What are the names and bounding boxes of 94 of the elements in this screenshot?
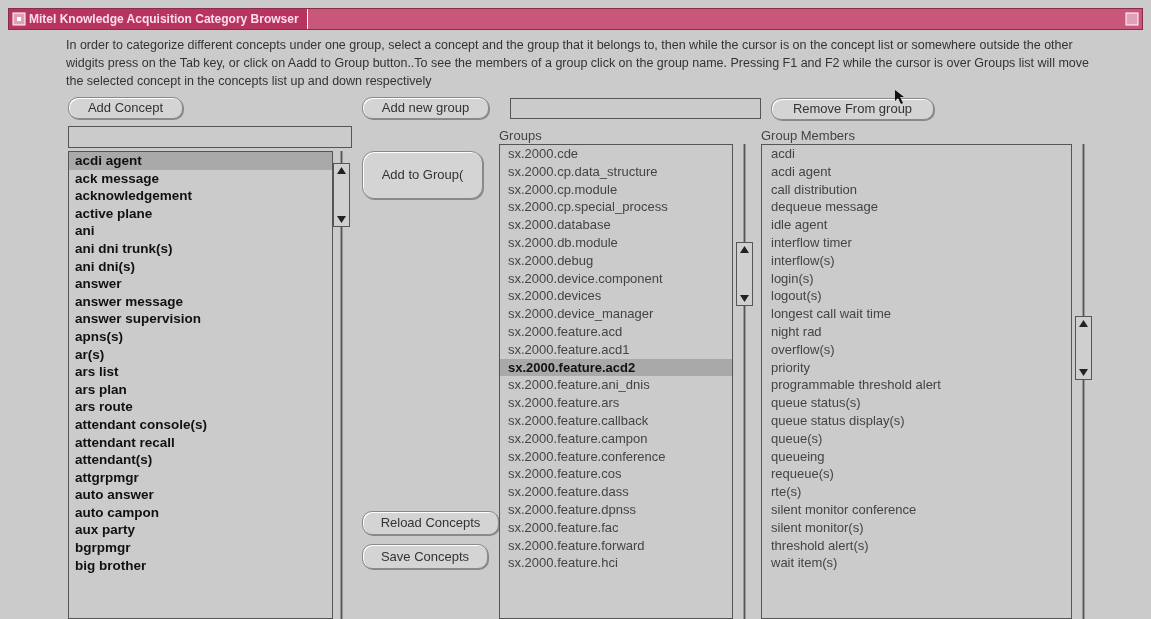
member-item[interactable]: queueing [762, 447, 1071, 466]
member-item[interactable]: threshold alert(s) [762, 536, 1071, 555]
concept-item[interactable]: acdi agent [69, 152, 332, 170]
concept-item[interactable]: ar(s) [69, 345, 332, 364]
group-members-label: Group Members [761, 127, 856, 144]
group-item[interactable]: sx.2000.cp.data_structure [500, 162, 732, 181]
window-title: Mitel Knowledge Acquisition Category Browser [29, 11, 299, 28]
group-item[interactable]: sx.2000.feature.dpnss [500, 500, 732, 519]
concept-item[interactable]: attendant console(s) [69, 415, 332, 434]
group-item[interactable]: sx.2000.feature.campon [500, 429, 732, 448]
concept-item[interactable]: active plane [69, 204, 332, 223]
group-item[interactable]: sx.2000.feature.hci [500, 554, 732, 573]
mouse-pointer-icon [895, 90, 905, 104]
down-arrow-icon[interactable] [337, 216, 346, 223]
down-arrow-icon[interactable] [1079, 369, 1088, 376]
member-item[interactable]: rte(s) [762, 483, 1071, 501]
member-item[interactable]: logout(s) [762, 287, 1071, 306]
member-item[interactable]: silent monitor conference [762, 500, 1071, 519]
member-item[interactable]: priority [762, 358, 1071, 377]
member-item[interactable]: wait item(s) [762, 554, 1071, 573]
member-item[interactable]: interflow timer [762, 234, 1071, 252]
up-arrow-icon[interactable] [740, 246, 749, 253]
concept-item[interactable]: acknowledgement [69, 187, 332, 205]
instructions-text: In order to categorize different concepts under one group, select a concept and the group that it belongs to, then while the cursor is on the concept list or somewhere outside the other widgits press on the Tab key, or click on Aadd to Group button..To see the members of a group click on the group name. Pressing F1 and F2 while the cursor is over Groups list will move the selected concept in the concepts list up and down respectively [65, 37, 1090, 90]
group-item[interactable]: sx.2000.debug [500, 251, 732, 270]
group-item[interactable]: sx.2000.cde [500, 145, 732, 163]
scrollbar[interactable] [736, 144, 753, 619]
member-item[interactable]: acdi agent [762, 162, 1071, 181]
concept-item[interactable]: attendant recall [69, 433, 332, 452]
concept-item[interactable]: bgrpmgr [69, 539, 332, 557]
concept-field[interactable] [68, 126, 352, 148]
concept-item[interactable]: aux party [69, 521, 332, 540]
member-item[interactable]: interflow(s) [762, 251, 1071, 270]
group-item[interactable]: sx.2000.feature.conference [500, 447, 732, 466]
member-item[interactable]: longest call wait time [762, 305, 1071, 323]
member-item[interactable]: silent monitor(s) [762, 518, 1071, 537]
concept-item[interactable]: ani [69, 222, 332, 240]
member-item[interactable]: queue(s) [762, 429, 1071, 448]
concept-item[interactable]: answer supervision [69, 310, 332, 328]
add-to-group-button[interactable]: Add to Group( [362, 151, 483, 199]
group-item[interactable]: sx.2000.database [500, 216, 732, 234]
concept-item[interactable]: ars list [69, 363, 332, 381]
group-item[interactable]: sx.2000.feature.acd [500, 322, 732, 341]
add-concept-button[interactable]: Add Concept [68, 97, 183, 119]
group-name-field[interactable] [510, 97, 761, 119]
concept-item[interactable]: big brother [69, 556, 332, 575]
member-item[interactable]: programmable threshold alert [762, 376, 1071, 395]
member-item[interactable]: idle agent [762, 216, 1071, 234]
group-item[interactable]: sx.2000.feature.acd2 [500, 358, 732, 377]
member-item[interactable]: login(s) [762, 269, 1071, 288]
concept-item[interactable]: ars route [69, 398, 332, 416]
scrollbar[interactable] [1075, 144, 1092, 619]
group-item[interactable]: sx.2000.feature.ani_dnis [500, 376, 732, 395]
concept-item[interactable]: ani dni(s) [69, 257, 332, 276]
member-item[interactable]: dequeue message [762, 198, 1071, 217]
group-item[interactable]: sx.2000.feature.cos [500, 465, 732, 484]
concept-item[interactable]: auto campon [69, 503, 332, 522]
remove-from-group-button[interactable]: Remove From group [771, 97, 934, 120]
group-item[interactable]: sx.2000.cp.module [500, 180, 732, 199]
up-arrow-icon[interactable] [337, 167, 346, 174]
group-item[interactable]: sx.2000.feature.acd1 [500, 340, 732, 359]
group-item[interactable]: sx.2000.device_manager [500, 305, 732, 323]
add-new-group-button[interactable]: Add new group [362, 97, 489, 119]
member-item[interactable]: call distribution [762, 180, 1071, 199]
group-item[interactable]: sx.2000.db.module [500, 234, 732, 252]
group-item[interactable]: sx.2000.device.component [500, 269, 732, 288]
member-item[interactable]: night rad [762, 322, 1071, 341]
concept-item[interactable]: auto answer [69, 486, 332, 504]
group-item[interactable]: sx.2000.devices [500, 287, 732, 306]
down-arrow-icon[interactable] [740, 295, 749, 302]
concept-item[interactable]: attgrpmgr [69, 468, 332, 487]
concept-item[interactable]: answer [69, 275, 332, 293]
member-item[interactable]: requeue(s) [762, 465, 1071, 484]
save-concepts-button[interactable]: Save Concepts [362, 544, 488, 569]
concept-item[interactable]: ack message [69, 169, 332, 188]
group-item[interactable]: sx.2000.feature.ars [500, 394, 732, 412]
concept-item[interactable]: ars plan [69, 380, 332, 399]
concept-item[interactable]: answer message [69, 292, 332, 311]
member-item[interactable]: queue status display(s) [762, 411, 1071, 430]
groups-label: Groups [499, 127, 543, 144]
group-item[interactable]: sx.2000.feature.forward [500, 536, 732, 555]
scrollbar[interactable] [333, 151, 350, 619]
up-arrow-icon[interactable] [1079, 320, 1088, 327]
group-item[interactable]: sx.2000.feature.dass [500, 483, 732, 501]
group-item[interactable]: sx.2000.feature.fac [500, 518, 732, 537]
concept-item[interactable]: apns(s) [69, 327, 332, 346]
group-item[interactable]: sx.2000.feature.callback [500, 411, 732, 430]
member-item[interactable]: acdi [762, 145, 1071, 163]
group-item[interactable]: sx.2000.cp.special_process [500, 198, 732, 217]
concept-item[interactable]: attendant(s) [69, 451, 332, 469]
member-item[interactable]: queue status(s) [762, 394, 1071, 412]
member-item[interactable]: overflow(s) [762, 340, 1071, 359]
concept-item[interactable]: ani dni trunk(s) [69, 239, 332, 258]
reload-concepts-button[interactable]: Reload Concepts [362, 511, 499, 535]
